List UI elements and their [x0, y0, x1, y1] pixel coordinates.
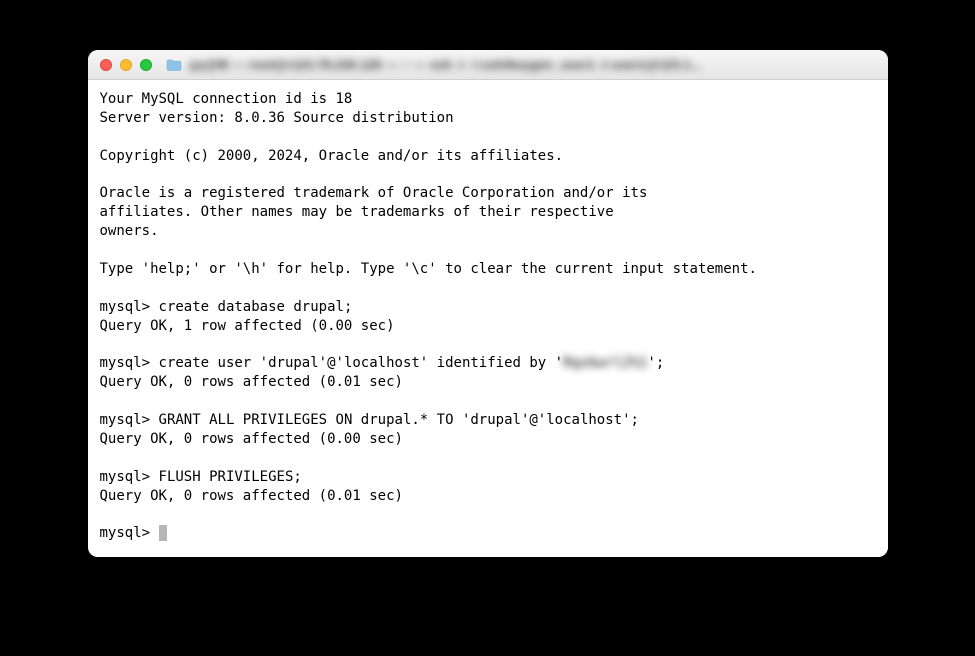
close-icon[interactable] — [100, 59, 112, 71]
blank-line — [100, 166, 876, 185]
command-text: '; — [647, 355, 664, 371]
blank-line — [100, 506, 876, 525]
result-line: Query OK, 0 rows affected (0.00 sec) — [100, 430, 876, 449]
prompt: mysql> — [100, 299, 159, 315]
blank-line — [100, 241, 876, 260]
output-line: affiliates. Other names may be trademark… — [100, 203, 876, 222]
prompt: mysql> — [100, 355, 159, 371]
cursor-icon — [159, 525, 167, 541]
result-line: Query OK, 0 rows affected (0.01 sec) — [100, 373, 876, 392]
output-line: Type 'help;' or '\h' for help. Type '\c'… — [100, 260, 876, 279]
terminal-window: py@M — root@r123.78.230.126 — ~ — ssh -i… — [88, 50, 888, 557]
output-line: Server version: 8.0.36 Source distributi… — [100, 109, 876, 128]
command-text: FLUSH PRIVILEGES; — [159, 469, 302, 485]
command-text: create database drupal; — [159, 299, 353, 315]
folder-icon — [166, 59, 182, 71]
blank-line — [100, 128, 876, 147]
prompt-line: mysql> — [100, 524, 876, 543]
blank-line — [100, 336, 876, 355]
result-line: Query OK, 1 row affected (0.00 sec) — [100, 317, 876, 336]
output-line: owners. — [100, 222, 876, 241]
command-line: mysql> GRANT ALL PRIVILEGES ON drupal.* … — [100, 411, 876, 430]
command-line: mysql> create user 'drupal'@'localhost' … — [100, 354, 876, 373]
command-line: mysql> FLUSH PRIVILEGES; — [100, 468, 876, 487]
minimize-icon[interactable] — [120, 59, 132, 71]
output-line: Your MySQL connection id is 18 — [100, 90, 876, 109]
output-line: Oracle is a registered trademark of Orac… — [100, 184, 876, 203]
prompt: mysql> — [100, 412, 159, 428]
blank-line — [100, 392, 876, 411]
result-line: Query OK, 0 rows affected (0.01 sec) — [100, 487, 876, 506]
command-line: mysql> create database drupal; — [100, 298, 876, 317]
maximize-icon[interactable] — [140, 59, 152, 71]
blank-line — [100, 449, 876, 468]
titlebar: py@M — root@r123.78.230.126 — ~ — ssh -i… — [88, 50, 888, 80]
window-title: py@M — root@r123.78.230.126 — ~ — ssh -i… — [190, 57, 876, 72]
command-text: GRANT ALL PRIVILEGES ON drupal.* TO 'dru… — [159, 412, 639, 428]
output-line: Copyright (c) 2000, 2024, Oracle and/or … — [100, 147, 876, 166]
blank-line — [100, 279, 876, 298]
password-blurred: Rqxkwrl2%1 — [563, 354, 647, 373]
prompt: mysql> — [100, 525, 159, 541]
terminal-body[interactable]: Your MySQL connection id is 18Server ver… — [88, 80, 888, 557]
prompt: mysql> — [100, 469, 159, 485]
traffic-lights — [100, 59, 152, 71]
command-text: create user 'drupal'@'localhost' identif… — [159, 355, 564, 371]
